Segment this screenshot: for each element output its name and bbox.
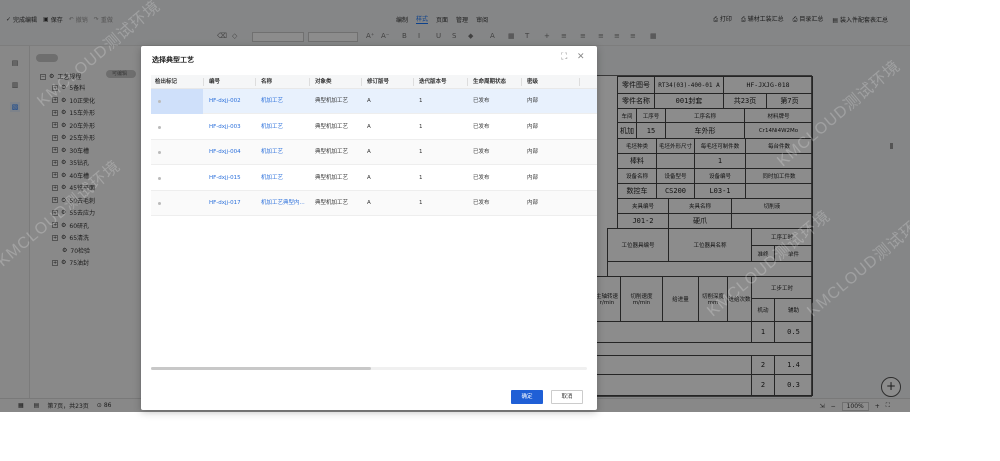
cell-type: 典型机加工艺 bbox=[315, 149, 349, 155]
close-icon[interactable]: ✕ bbox=[577, 52, 585, 62]
col-divider bbox=[309, 78, 310, 86]
cell-secret: 内部 bbox=[527, 149, 539, 155]
col-code[interactable]: 编号 bbox=[209, 75, 220, 89]
cell-lifecycle: 已发布 bbox=[473, 200, 490, 206]
cell-type: 典型机加工艺 bbox=[315, 98, 349, 104]
cell-code[interactable]: HF-dxjj-002 bbox=[209, 89, 241, 114]
cell-revision: A bbox=[367, 200, 371, 206]
select-typical-process-dialog: 选择典型工艺 ⛶ ✕ 检出标记 编号 名称 对象类 修订版号 迭代版本号 生命周… bbox=[141, 46, 597, 410]
col-divider bbox=[413, 78, 414, 86]
cell-secret: 内部 bbox=[527, 200, 539, 206]
col-divider bbox=[361, 78, 362, 86]
cell-revision: A bbox=[367, 123, 371, 130]
checkout-dot-icon bbox=[158, 151, 161, 154]
col-divider bbox=[203, 78, 204, 86]
table-row[interactable]: HF-dxjj-017 机加工艺典型内... 典型机加工艺 A 1 已发布 内部 bbox=[151, 191, 597, 216]
confirm-button[interactable]: 确定 bbox=[511, 390, 543, 404]
checkout-dot-icon bbox=[158, 125, 161, 129]
dialog-title: 选择典型工艺 bbox=[152, 56, 194, 64]
cell-type: 典型机加工艺 bbox=[315, 123, 349, 130]
cell-revision: A bbox=[367, 98, 371, 104]
cell-name[interactable]: 机加工艺 bbox=[261, 115, 283, 140]
cell-name[interactable]: 机加工艺典型内... bbox=[261, 191, 305, 216]
cell-revision: A bbox=[367, 174, 371, 181]
table-header: 检出标记 编号 名称 对象类 修订版号 迭代版本号 生命周期状态 密级 bbox=[151, 75, 597, 89]
cell-secret: 内部 bbox=[527, 174, 539, 181]
col-divider bbox=[579, 78, 580, 86]
cell-iteration: 1 bbox=[419, 200, 423, 206]
cell-secret: 内部 bbox=[527, 123, 539, 130]
table-row[interactable]: HF-dxjj-015 机加工艺 典型机加工艺 A 1 已发布 内部 bbox=[151, 166, 597, 191]
cell-lifecycle: 已发布 bbox=[473, 123, 490, 130]
cell-code[interactable]: HF-dxjj-017 bbox=[209, 191, 241, 216]
checkout-dot-icon bbox=[158, 100, 161, 103]
cell-name[interactable]: 机加工艺 bbox=[261, 140, 283, 165]
cell-lifecycle: 已发布 bbox=[473, 174, 490, 181]
cell-iteration: 1 bbox=[419, 174, 423, 181]
cell-secret: 内部 bbox=[527, 98, 539, 104]
cancel-button[interactable]: 取消 bbox=[551, 390, 583, 404]
col-iteration[interactable]: 迭代版本号 bbox=[419, 75, 447, 89]
cell-iteration: 1 bbox=[419, 98, 423, 104]
col-name[interactable]: 名称 bbox=[261, 75, 272, 89]
cell-iteration: 1 bbox=[419, 149, 423, 155]
cell-code[interactable]: HF-dxjj-015 bbox=[209, 166, 241, 191]
cell-code[interactable]: HF-dxjj-004 bbox=[209, 140, 241, 165]
col-type[interactable]: 对象类 bbox=[315, 75, 332, 89]
col-lifecycle[interactable]: 生命周期状态 bbox=[473, 75, 506, 89]
cell-revision: A bbox=[367, 149, 371, 155]
cell-type: 典型机加工艺 bbox=[315, 174, 349, 181]
cell-lifecycle: 已发布 bbox=[473, 149, 490, 155]
col-revision[interactable]: 修订版号 bbox=[367, 75, 389, 89]
horizontal-scroll-thumb[interactable] bbox=[151, 367, 371, 370]
col-secret[interactable]: 密级 bbox=[527, 75, 538, 89]
cell-lifecycle: 已发布 bbox=[473, 98, 490, 104]
cell-type: 典型机加工艺 bbox=[315, 200, 349, 206]
col-divider bbox=[521, 78, 522, 86]
col-checkout[interactable]: 检出标记 bbox=[155, 75, 177, 89]
col-divider bbox=[255, 78, 256, 86]
maximize-icon[interactable]: ⛶ bbox=[561, 52, 567, 62]
table-row[interactable]: HF-dxjj-003 机加工艺 典型机加工艺 A 1 已发布 内部 bbox=[151, 115, 597, 140]
cell-name[interactable]: 机加工艺 bbox=[261, 166, 283, 191]
checkout-dot-icon bbox=[158, 202, 161, 205]
cell-iteration: 1 bbox=[419, 123, 423, 130]
cell-code[interactable]: HF-dxjj-003 bbox=[209, 115, 241, 140]
cell-name[interactable]: 机加工艺 bbox=[261, 89, 283, 114]
checkout-dot-icon bbox=[158, 176, 161, 180]
col-divider bbox=[467, 78, 468, 86]
table-row[interactable]: HF-dxjj-002 机加工艺 典型机加工艺 A 1 已发布 内部 bbox=[151, 89, 597, 114]
table-row[interactable]: HF-dxjj-004 机加工艺 典型机加工艺 A 1 已发布 内部 bbox=[151, 140, 597, 165]
